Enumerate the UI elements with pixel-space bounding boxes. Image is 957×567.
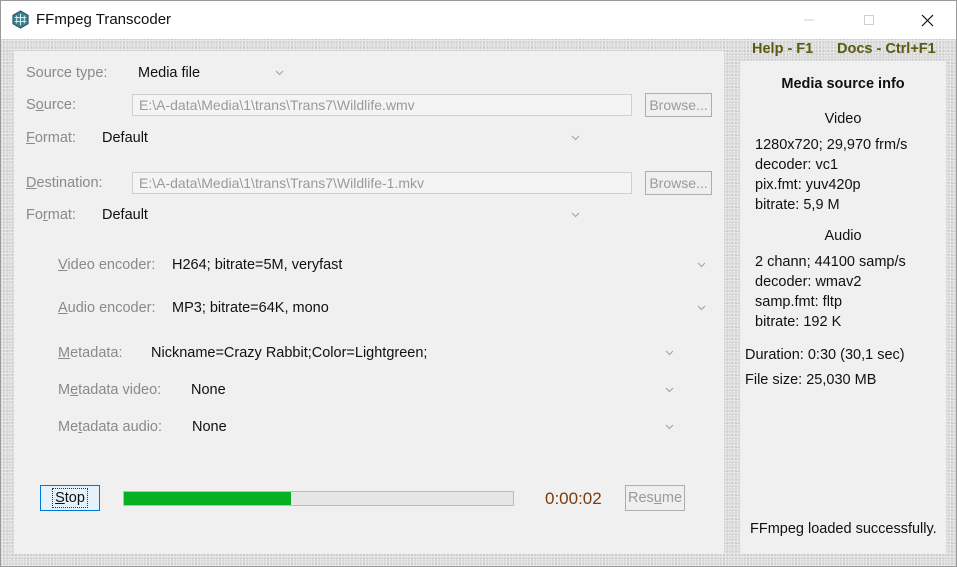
destination-label: Destination: [26,175,103,191]
source-format-label: Format: [26,130,76,146]
audio-encoder-select[interactable]: MP3; bitrate=64K, mono [172,300,329,316]
metadata-audio-select[interactable]: None [192,419,227,435]
resume-button[interactable]: Res u me [625,485,685,511]
client-area: Source type: Media file Source: E:\A-dat… [1,39,956,566]
settings-panel: Source type: Media file Source: E:\A-dat… [14,51,724,554]
video-heading: Video [824,111,862,127]
destination-format-label: Format: [26,207,76,223]
maximize-button[interactable] [846,1,892,39]
stop-button[interactable]: Stop [40,485,100,511]
chevron-down-icon[interactable] [665,385,674,394]
audio-info-line: 2 chann; 44100 samp/s [755,254,906,270]
video-info-line: 1280x720; 29,970 frm/s [755,137,908,153]
metadata-label: Metadata: [58,345,123,361]
chevron-down-icon[interactable] [571,210,580,219]
window-title: FFmpeg Transcoder [36,11,172,28]
chevron-down-icon[interactable] [275,68,284,77]
video-info-line: bitrate: 5,9 M [755,197,840,213]
source-type-select[interactable]: Media file [138,65,200,81]
file-size-text: File size: 25,030 MB [745,372,877,388]
video-encoder-select[interactable]: H264; bitrate=5M, veryfast [172,257,342,273]
duration-text: Duration: 0:30 (30,1 sec) [745,347,905,363]
help-link[interactable]: Help - F1 [752,41,813,57]
audio-info-line: decoder: wmav2 [755,274,862,290]
chevron-down-icon[interactable] [571,133,580,142]
source-browse-button[interactable]: Browse... [645,93,712,117]
media-info-panel: Media source info Video 1280x720; 29,970… [740,61,946,554]
close-icon [921,14,933,26]
source-path-input[interactable]: E:\A-data\Media\1\trans\Trans7\Wildlife.… [132,94,632,116]
close-button[interactable] [904,1,950,39]
metadata-video-select[interactable]: None [191,382,226,398]
audio-heading: Audio [824,228,862,244]
media-info-title: Media source info [781,76,905,92]
source-type-label: Source type: [26,65,108,81]
chevron-down-icon[interactable] [665,348,674,357]
ffmpeg-hex-icon [12,10,29,29]
video-info-line: decoder: vc1 [755,157,839,173]
audio-info-line: samp.fmt: fltp [755,294,843,310]
chevron-down-icon[interactable] [697,260,706,269]
docs-link[interactable]: Docs - Ctrl+F1 [837,41,936,57]
status-message: FFmpeg loaded successfully. [750,521,937,537]
progress-bar [123,491,514,506]
metadata-video-label: Metadata video: [58,382,162,398]
metadata-select[interactable]: Nickname=Crazy Rabbit;Color=Lightgreen; [151,345,427,361]
destination-path-input[interactable]: E:\A-data\Media\1\trans\Trans7\Wildlife-… [132,172,632,194]
source-label: Source: [26,97,76,113]
title-bar[interactable]: FFmpeg Transcoder [1,1,956,39]
minimize-icon [804,19,814,21]
elapsed-time: 0:00:02 [545,489,602,508]
destination-format-select[interactable]: Default [102,207,148,223]
chevron-down-icon[interactable] [697,303,706,312]
destination-browse-button[interactable]: Browse... [645,171,712,195]
app-window: FFmpeg Transcoder Source type: Media fil… [0,0,957,567]
audio-info-line: bitrate: 192 K [755,314,842,330]
minimize-button[interactable] [786,1,832,39]
video-encoder-label: Video encoder: [58,257,156,273]
progress-bar-fill [124,492,292,505]
video-info-line: pix.fmt: yuv420p [755,177,861,193]
audio-encoder-label: Audio encoder: [58,300,156,316]
source-format-select[interactable]: Default [102,130,148,146]
maximize-icon [864,15,874,25]
metadata-audio-label: Metadata audio: [58,419,163,435]
chevron-down-icon[interactable] [665,422,674,431]
